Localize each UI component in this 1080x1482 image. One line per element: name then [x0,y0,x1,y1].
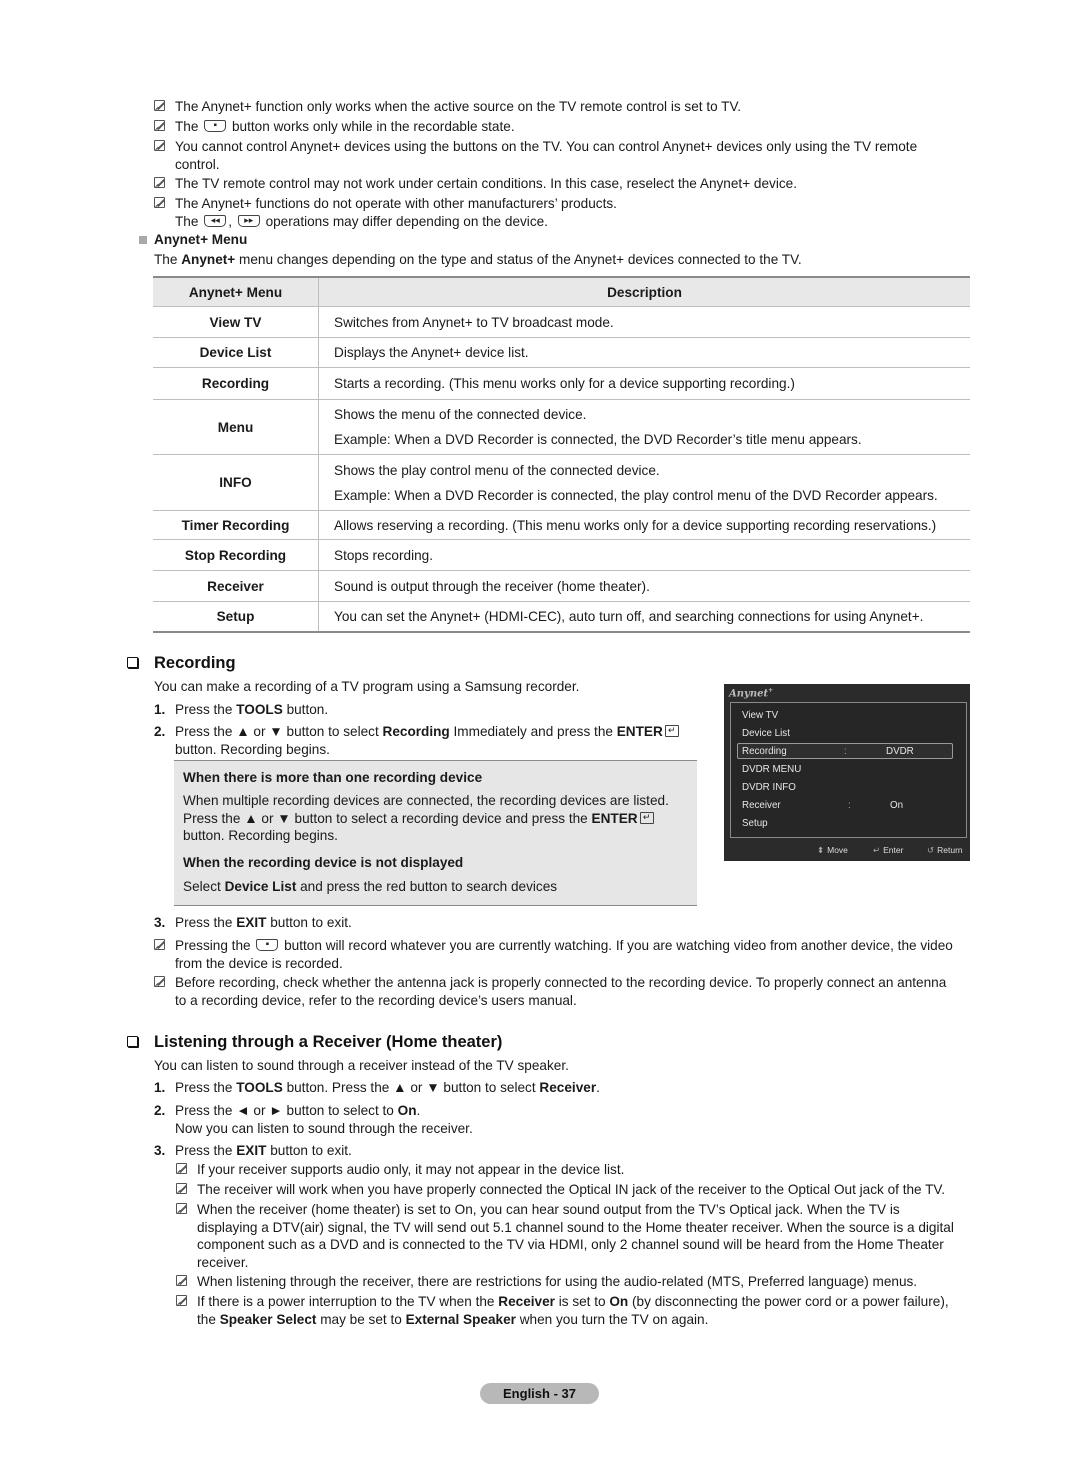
section-checkbox-icon [127,657,138,668]
description-cell: Stops recording. [318,539,970,571]
recording-step-2: 2. Press the ▲ or ▼ button to select Rec… [154,723,700,758]
note-icon [154,120,165,131]
receiver-heading: Listening through a Receiver (Home theat… [127,1033,502,1052]
enter-icon: ↵ [873,845,881,855]
record-button-icon [256,939,279,951]
menu-cell: Stop Recording [153,539,319,571]
note-active-source: The Anynet+ function only works when the… [154,98,741,116]
osd-item-dvdr-info[interactable]: DVDR INFO [742,780,956,796]
note-icon [154,100,165,111]
note-remote-conditions: The TV remote control may not work under… [154,175,797,193]
table-row: Stop Recording Stops recording. [153,539,970,571]
osd-item-view-tv[interactable]: View TV [742,708,956,724]
anynet-menu-heading: Anynet+ Menu [154,232,248,247]
return-icon: ↺ [927,845,935,855]
note-antenna-jack: Before recording, check whether the ante… [154,974,946,1009]
description-cell: Shows the play control menu of the conne… [318,454,970,511]
table-row: Device List Displays the Anynet+ device … [153,337,970,368]
move-icon: ⬍ [817,845,825,855]
table-header-row: Anynet+ Menu Description [153,278,970,307]
anynet-menu-intro: The Anynet+ menu changes depending on th… [154,252,802,267]
osd-footer-return: ↺ Return [927,845,963,855]
osd-footer-enter: ↵ Enter [873,845,904,855]
note-icon [176,1203,187,1214]
description-cell: Switches from Anynet+ to TV broadcast mo… [318,306,970,338]
note-icon [176,1183,187,1194]
rewind-button-icon: ◂◂ [204,214,227,227]
menu-cell: Setup [153,601,319,633]
panel-heading-multiple-devices: When there is more than one recording de… [183,770,483,785]
description-cell: Allows reserving a recording. (This menu… [318,510,970,540]
receiver-intro: You can listen to sound through a receiv… [154,1058,569,1073]
recording-step-1: 1. Press the TOOLS button. [154,702,329,717]
anynet-menu-table: Anynet+ Menu Description View TV Switche… [153,276,970,633]
table-row: Recording Starts a recording. (This menu… [153,367,970,400]
enter-icon: ↵ [639,811,654,824]
fast-forward-button-icon: ▸▸ [237,214,260,227]
recording-info-panel: When there is more than one recording de… [174,760,697,906]
receiver-step-3: 3. Press the EXIT button to exit. [154,1143,352,1158]
record-button-icon [204,120,227,132]
square-bullet-icon [139,236,147,244]
table-row: INFO Shows the play control menu of the … [153,454,970,511]
recording-intro: You can make a recording of a TV program… [154,679,580,694]
description-cell: Displays the Anynet+ device list. [318,337,970,368]
note-icon [154,140,165,151]
anynet-osd-screen: Anynet+ View TV Device List Recording: DV… [724,684,970,861]
osd-item-device-list[interactable]: Device List [742,726,956,742]
description-cell: You can set the Anynet+ (HDMI-CEC), auto… [318,601,970,633]
note-record-button: The button works only while in the recor… [154,118,515,136]
osd-footer-move: ⬍ Move [817,845,848,855]
osd-item-setup[interactable]: Setup [742,816,956,832]
menu-cell: Device List [153,337,319,368]
table-row: Setup You can set the Anynet+ (HDMI-CEC)… [153,601,970,633]
description-cell: Sound is output through the receiver (ho… [318,570,970,602]
column-header-menu: Anynet+ Menu [153,278,319,307]
osd-item-dvdr-menu[interactable]: DVDR MENU [742,762,956,778]
receiver-step-2: 2. Press the ◄ or ► button to select to … [154,1103,473,1136]
panel-text-device-not-displayed: Select Device List and press the red but… [183,879,558,894]
recording-step-3: 3. Press the EXIT button to exit. [154,915,352,930]
menu-cell: Menu [153,399,319,455]
note-record-whatever: Pressing the button will record whatever… [154,937,953,972]
osd-item-receiver[interactable]: Receiver: On [742,798,956,814]
column-header-description: Description [318,278,970,307]
menu-cell: INFO [153,454,319,511]
enter-icon: ↵ [664,725,679,737]
description-cell: Shows the menu of the connected device. … [318,399,970,455]
table-row: Receiver Sound is output through the rec… [153,570,970,602]
table-row: View TV Switches from Anynet+ to TV broa… [153,306,970,338]
section-checkbox-icon [127,1036,138,1047]
menu-cell: View TV [153,306,319,338]
note-icon [154,939,165,950]
note-audio-only: If your receiver supports audio only, it… [176,1161,624,1179]
note-optical-jack: The receiver will work when you have pro… [176,1181,945,1199]
menu-cell: Recording [153,367,319,400]
note-audio-restrictions: When listening through the receiver, the… [176,1273,917,1291]
note-tv-buttons: You cannot control Anynet+ devices using… [154,138,917,173]
recording-heading: Recording [127,654,236,673]
note-icon [176,1295,187,1306]
menu-cell: Receiver [153,570,319,602]
note-power-interruption: If there is a power interruption to the … [176,1293,949,1328]
receiver-step-1: 1. Press the TOOLS button. Press the ▲ o… [154,1080,600,1095]
panel-heading-device-not-displayed: When the recording device is not display… [183,855,464,870]
note-icon [176,1163,187,1174]
note-icon [154,197,165,208]
page-number-badge: English - 37 [480,1383,599,1404]
osd-menu-frame: View TV Device List Recording: DVDR DVDR … [730,702,967,838]
description-cell: Starts a recording. (This menu works onl… [318,367,970,400]
note-channel-sound: When the receiver (home theater) is set … [176,1201,954,1271]
note-icon [176,1275,187,1286]
osd-item-recording[interactable]: Recording: DVDR [737,743,953,759]
table-row: Menu Shows the menu of the connected dev… [153,399,970,455]
note-icon [154,177,165,188]
table-row: Timer Recording Allows reserving a recor… [153,510,970,540]
menu-cell: Timer Recording [153,510,319,540]
note-other-manufacturers: The Anynet+ functions do not operate wit… [154,195,617,230]
note-icon [154,976,165,987]
panel-text-multiple-devices: When multiple recording devices are conn… [183,793,669,843]
anynet-logo: Anynet+ [729,687,774,700]
